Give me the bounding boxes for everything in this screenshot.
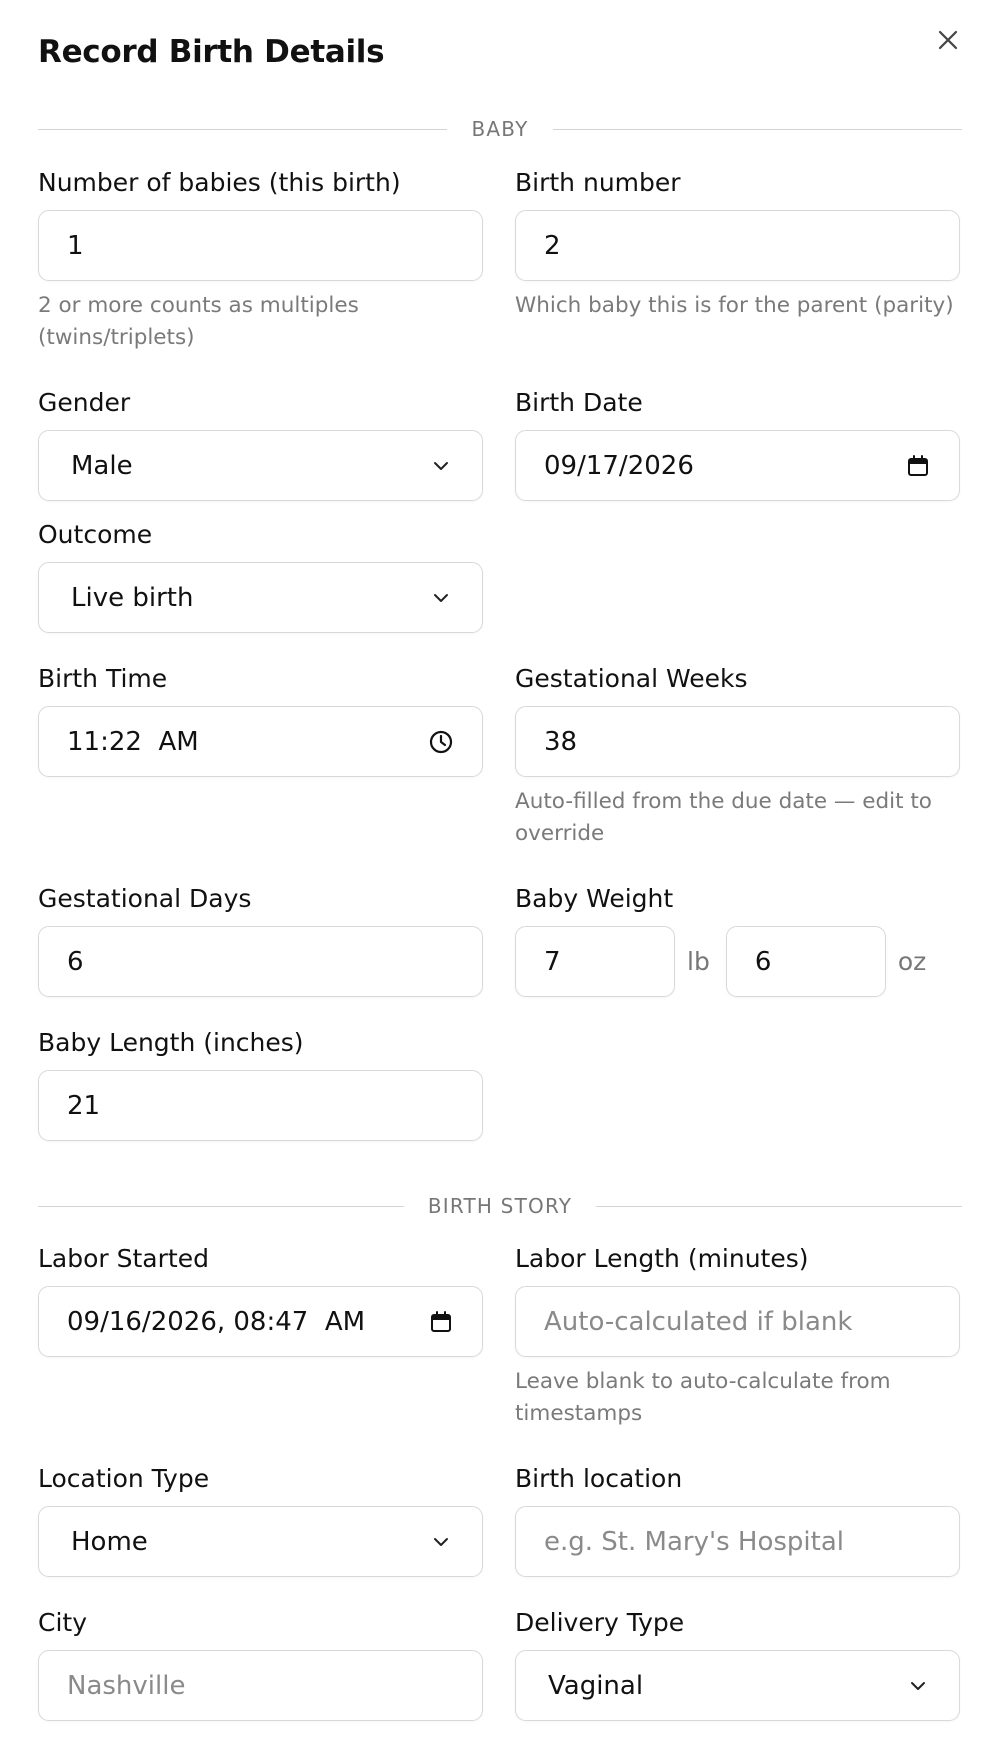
- oz-unit: oz: [897, 947, 927, 976]
- section-label-baby: BABY: [471, 117, 529, 141]
- gestational-days-field: Gestational Days 6: [38, 884, 483, 997]
- num-babies-label: Number of babies (this birth): [38, 168, 401, 197]
- birth-time-field: Birth Time 11:22 AM: [38, 664, 483, 777]
- outcome-field: Outcome Live birth: [38, 520, 483, 633]
- birth-date-field: Birth Date 09/17/2026: [515, 388, 960, 501]
- labor-length-label: Labor Length (minutes): [515, 1244, 809, 1273]
- city-label: City: [38, 1608, 87, 1637]
- labor-started-input[interactable]: 09/16/2026, 08:47 AM: [38, 1286, 483, 1357]
- gestational-days-label: Gestational Days: [38, 884, 252, 913]
- gender-field: Gender Male: [38, 388, 483, 501]
- gestational-weeks-help: Auto-filled from the due date — edit to …: [515, 789, 932, 846]
- baby-length-field: Baby Length (inches) 21: [38, 1028, 483, 1141]
- labor-started-field: Labor Started 09/16/2026, 08:47 AM: [38, 1244, 483, 1357]
- num-babies-help: 2 or more counts as multiples (twins/tri…: [38, 293, 359, 350]
- birth-number-label: Birth number: [515, 168, 681, 197]
- lb-unit: lb: [687, 947, 710, 976]
- birth-number-help: Which baby this is for the parent (parit…: [515, 293, 954, 318]
- city-input[interactable]: Nashville: [38, 1650, 483, 1721]
- birth-date-label: Birth Date: [515, 388, 643, 417]
- birth-date-input[interactable]: 09/17/2026: [515, 430, 960, 501]
- labor-length-input[interactable]: Auto-calculated if blank: [515, 1286, 960, 1357]
- num-babies-input[interactable]: 1: [38, 210, 483, 281]
- city-field: City Nashville: [38, 1608, 483, 1721]
- birth-location-input[interactable]: e.g. St. Mary's Hospital: [515, 1506, 960, 1577]
- delivery-type-field: Delivery Type Vaginal: [515, 1608, 960, 1721]
- clock-icon[interactable]: [428, 729, 454, 755]
- birth-location-label: Birth location: [515, 1464, 683, 1493]
- record-birth-modal: Record Birth Details BABY Number of babi…: [0, 0, 1000, 1756]
- baby-weight-field: Baby Weight 7 lb 6 oz: [515, 884, 960, 997]
- chevron-down-icon: [905, 1673, 931, 1699]
- section-label-birth-story: BIRTH STORY: [427, 1194, 573, 1218]
- close-icon: [938, 30, 958, 50]
- location-type-field: Location Type Home: [38, 1464, 483, 1577]
- gestational-weeks-label: Gestational Weeks: [515, 664, 748, 693]
- calendar-icon[interactable]: [905, 453, 931, 479]
- delivery-type-select[interactable]: Vaginal: [515, 1650, 960, 1721]
- birth-location-field: Birth location e.g. St. Mary's Hospital: [515, 1464, 960, 1577]
- chevron-down-icon: [428, 453, 454, 479]
- section-divider-baby: BABY: [38, 117, 963, 141]
- birth-number-field: Birth number 2 Which baby this is for th…: [515, 168, 960, 322]
- outcome-label: Outcome: [38, 520, 153, 549]
- section-divider-birth-story: BIRTH STORY: [38, 1194, 962, 1218]
- location-type-select[interactable]: Home: [38, 1506, 483, 1577]
- baby-weight-lb-input[interactable]: 7: [515, 926, 675, 997]
- gender-label: Gender: [38, 388, 131, 417]
- outcome-select[interactable]: Live birth: [38, 562, 483, 633]
- birth-time-input[interactable]: 11:22 AM: [38, 706, 483, 777]
- chevron-down-icon: [428, 585, 454, 611]
- baby-length-label: Baby Length (inches): [38, 1028, 304, 1057]
- location-type-label: Location Type: [38, 1464, 210, 1493]
- gestational-days-input[interactable]: 6: [38, 926, 483, 997]
- modal-title: Record Birth Details: [38, 34, 385, 70]
- chevron-down-icon: [428, 1529, 454, 1555]
- birth-number-input[interactable]: 2: [515, 210, 960, 281]
- gestational-weeks-field: Gestational Weeks 38 Auto-filled from th…: [515, 664, 960, 850]
- gender-select[interactable]: Male: [38, 430, 483, 501]
- baby-length-input[interactable]: 21: [38, 1070, 483, 1141]
- gestational-weeks-input[interactable]: 38: [515, 706, 960, 777]
- labor-length-field: Labor Length (minutes) Auto-calculated i…: [515, 1244, 960, 1430]
- baby-weight-row: 7 lb 6 oz: [515, 926, 960, 997]
- baby-weight-label: Baby Weight: [515, 884, 674, 913]
- close-button[interactable]: [930, 22, 966, 58]
- baby-weight-oz-input[interactable]: 6: [725, 926, 886, 997]
- birth-time-label: Birth Time: [38, 664, 168, 693]
- labor-started-label: Labor Started: [38, 1244, 209, 1273]
- calendar-icon[interactable]: [428, 1309, 454, 1335]
- delivery-type-label: Delivery Type: [515, 1608, 685, 1637]
- labor-length-help: Leave blank to auto-calculate from times…: [515, 1369, 891, 1426]
- num-babies-field: Number of babies (this birth) 1 2 or mor…: [38, 168, 483, 354]
